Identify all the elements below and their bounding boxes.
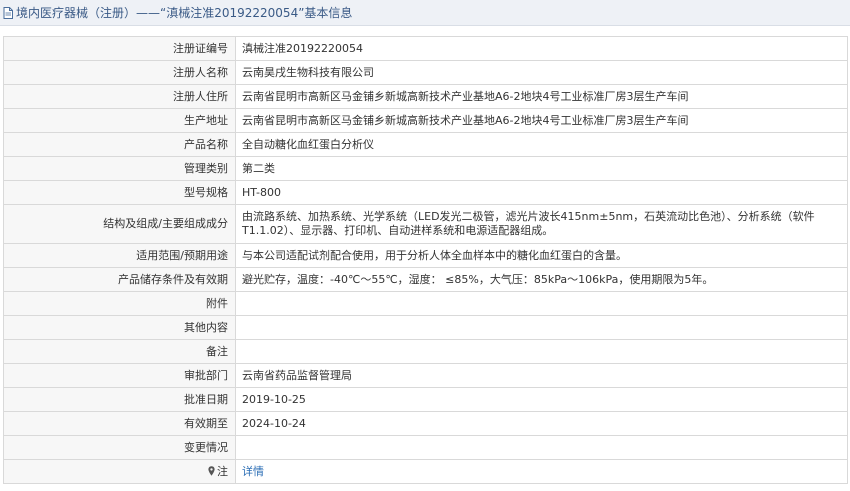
note-label-cell: 注 xyxy=(3,459,236,484)
table-row: 产品名称 全自动糖化血红蛋白分析仪 xyxy=(3,132,848,157)
note-row: 注 详情 xyxy=(3,459,848,484)
table-row: 其他内容 xyxy=(3,315,848,340)
row-value: 云南省药品监督管理局 xyxy=(235,363,848,388)
row-label: 管理类别 xyxy=(3,156,236,181)
row-value: 2024-10-24 xyxy=(235,411,848,436)
row-label: 注册人住所 xyxy=(3,84,236,109)
row-label: 产品名称 xyxy=(3,132,236,157)
row-value: 与本公司适配试剂配合使用，用于分析人体全血样本中的糖化血红蛋白的含量。 xyxy=(235,243,848,268)
table-row: 管理类别 第二类 xyxy=(3,156,848,181)
row-label: 备注 xyxy=(3,339,236,364)
row-label: 注册人名称 xyxy=(3,60,236,85)
row-value: 云南省昆明市高新区马金铺乡新城高新技术产业基地A6-2地块4号工业标准厂房3层生… xyxy=(235,84,848,109)
document-icon xyxy=(3,6,13,19)
map-pin-icon xyxy=(208,465,215,476)
table-row: 结构及组成/主要组成成分 由流路系统、加热系统、光学系统（LED发光二极管，滤光片… xyxy=(3,204,848,244)
table-row: 生产地址 云南省昆明市高新区马金铺乡新城高新技术产业基地A6-2地块4号工业标准厂… xyxy=(3,108,848,133)
note-value-cell: 详情 xyxy=(235,459,848,484)
page-header: 境内医疗器械（注册）——“滇械注准20192220054”基本信息 xyxy=(0,0,850,26)
row-value: 第二类 xyxy=(235,156,848,181)
row-label: 变更情况 xyxy=(3,435,236,460)
page-title: 境内医疗器械（注册）——“滇械注准20192220054”基本信息 xyxy=(16,6,353,20)
row-value xyxy=(235,315,848,340)
table-row: 注册证编号 滇械注准20192220054 xyxy=(3,36,848,61)
table-row: 备注 xyxy=(3,339,848,364)
table-row: 适用范围/预期用途 与本公司适配试剂配合使用，用于分析人体全血样本中的糖化血红蛋白… xyxy=(3,243,848,268)
row-value xyxy=(235,435,848,460)
row-label: 附件 xyxy=(3,291,236,316)
row-label: 结构及组成/主要组成成分 xyxy=(3,204,236,244)
table-row: 批准日期 2019-10-25 xyxy=(3,387,848,412)
row-value xyxy=(235,339,848,364)
row-label: 型号规格 xyxy=(3,180,236,205)
row-value: 滇械注准20192220054 xyxy=(235,36,848,61)
table-row: 审批部门 云南省药品监督管理局 xyxy=(3,363,848,388)
table-row: 附件 xyxy=(3,291,848,316)
row-value: 2019-10-25 xyxy=(235,387,848,412)
info-table: 注册证编号 滇械注准20192220054 注册人名称 云南昊戌生物科技有限公司 注册人… xyxy=(3,36,848,484)
row-label: 注册证编号 xyxy=(3,36,236,61)
note-label: 注 xyxy=(217,464,228,478)
row-label: 批准日期 xyxy=(3,387,236,412)
row-value xyxy=(235,291,848,316)
table-row: 型号规格 HT-800 xyxy=(3,180,848,205)
row-label: 生产地址 xyxy=(3,108,236,133)
row-label: 适用范围/预期用途 xyxy=(3,243,236,268)
row-label: 产品储存条件及有效期 xyxy=(3,267,236,292)
row-label: 有效期至 xyxy=(3,411,236,436)
row-label: 审批部门 xyxy=(3,363,236,388)
table-row: 注册人名称 云南昊戌生物科技有限公司 xyxy=(3,60,848,85)
row-value: 避光贮存，温度：-40℃～55℃，湿度： ≤85%，大气压：85kPa～106k… xyxy=(235,267,848,292)
table-row: 变更情况 xyxy=(3,435,848,460)
details-link[interactable]: 详情 xyxy=(242,465,264,478)
row-value: 云南昊戌生物科技有限公司 xyxy=(235,60,848,85)
table-row: 有效期至 2024-10-24 xyxy=(3,411,848,436)
row-value: 云南省昆明市高新区马金铺乡新城高新技术产业基地A6-2地块4号工业标准厂房3层生… xyxy=(235,108,848,133)
row-value: HT-800 xyxy=(235,180,848,205)
row-value: 全自动糖化血红蛋白分析仪 xyxy=(235,132,848,157)
row-value: 由流路系统、加热系统、光学系统（LED发光二极管，滤光片波长415nm±5nm，… xyxy=(235,204,848,244)
table-row: 注册人住所 云南省昆明市高新区马金铺乡新城高新技术产业基地A6-2地块4号工业标准… xyxy=(3,84,848,109)
table-row: 产品储存条件及有效期 避光贮存，温度：-40℃～55℃，湿度： ≤85%，大气压：… xyxy=(3,267,848,292)
row-label: 其他内容 xyxy=(3,315,236,340)
